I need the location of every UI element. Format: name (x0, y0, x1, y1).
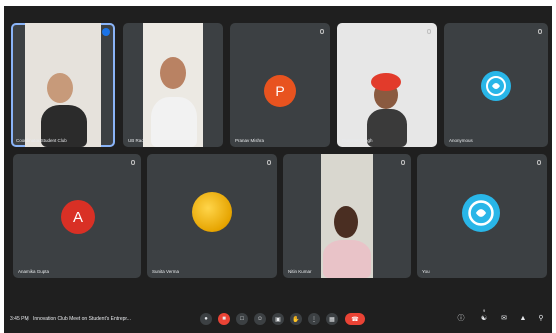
participant-name: Anamika Gupta (18, 269, 50, 274)
participant-name: Sunita Verma (152, 269, 180, 274)
info-icon[interactable]: ⓘ (457, 315, 465, 323)
meeting-control-bar: 3:45 PM | Innovation Club Meet on Studen… (4, 306, 552, 333)
lock-icon[interactable]: ⚲ (537, 315, 545, 323)
avatar (462, 194, 500, 232)
participant-name: Gurpreet Singh (342, 138, 373, 143)
end-call-icon[interactable]: ☎ (345, 313, 365, 325)
participant-tile-6[interactable]: A Anamika Gupta (13, 154, 141, 278)
emoji-icon[interactable]: ☺ (254, 313, 266, 325)
people-icon[interactable]: ☯ (480, 315, 488, 323)
captions-icon[interactable]: □ (236, 313, 248, 325)
mic-muted-icon (320, 29, 324, 34)
mic-muted-icon (537, 160, 541, 165)
shapes-icon[interactable]: ▲ (519, 315, 527, 323)
participant-tile-4[interactable]: Gurpreet Singh (337, 23, 437, 147)
avatar (192, 192, 232, 232)
participant-tile-7[interactable]: Sunita Verma (147, 154, 277, 278)
mic-muted-icon (401, 160, 405, 165)
raise-hand-icon[interactable]: ✋ (290, 313, 302, 325)
participants-badge: 9 (483, 308, 486, 313)
participant-face (47, 73, 73, 103)
participant-figure (323, 240, 371, 278)
activities-icon[interactable]: ▦ (326, 313, 338, 325)
logo-icon (468, 200, 494, 226)
camera-icon[interactable]: ■ (218, 313, 230, 325)
avatar (481, 71, 511, 101)
participant-name: You (422, 269, 430, 274)
avatar: A (61, 200, 95, 234)
participant-figure (367, 109, 407, 147)
mic-muted-icon (267, 160, 271, 165)
participant-face (160, 57, 186, 89)
logo-icon (486, 76, 506, 96)
participant-name: Nitin Kumar (288, 269, 312, 274)
participant-tile-2[interactable]: UB Rao (123, 23, 223, 147)
chat-icon[interactable]: ✉ (500, 315, 508, 323)
participant-tile-5[interactable]: Anonymous (444, 23, 548, 147)
participant-figure (151, 97, 197, 147)
meeting-title: Innovation Club Meet on Student's Entrep… (33, 316, 131, 322)
participant-face (334, 206, 358, 238)
pin-icon[interactable] (102, 28, 110, 36)
mic-muted-icon (131, 160, 135, 165)
participant-name: Coordinator/Student Club (16, 138, 67, 143)
participant-tile-3[interactable]: P Pranav Mishra (230, 23, 330, 147)
mic-muted-icon (538, 29, 542, 34)
avatar: P (264, 75, 296, 107)
participant-tile-1[interactable]: Coordinator/Student Club (11, 23, 115, 147)
mic-icon[interactable]: ● (200, 313, 212, 325)
mic-muted-icon (427, 29, 431, 34)
meeting-time: 3:45 PM (10, 316, 29, 322)
participant-tile-9[interactable]: You (417, 154, 547, 278)
meeting-grid: Coordinator/Student Club UB Rao P Pranav… (4, 6, 552, 333)
participant-name: UB Rao (128, 138, 144, 143)
turban (371, 73, 401, 91)
participant-name: Anonymous (449, 138, 473, 143)
participant-name: Pranav Mishra (235, 138, 265, 143)
separator: | (27, 316, 29, 322)
participant-tile-8[interactable]: Nitin Kumar (283, 154, 411, 278)
more-icon[interactable]: ⋮ (308, 313, 320, 325)
present-icon[interactable]: ▣ (272, 313, 284, 325)
